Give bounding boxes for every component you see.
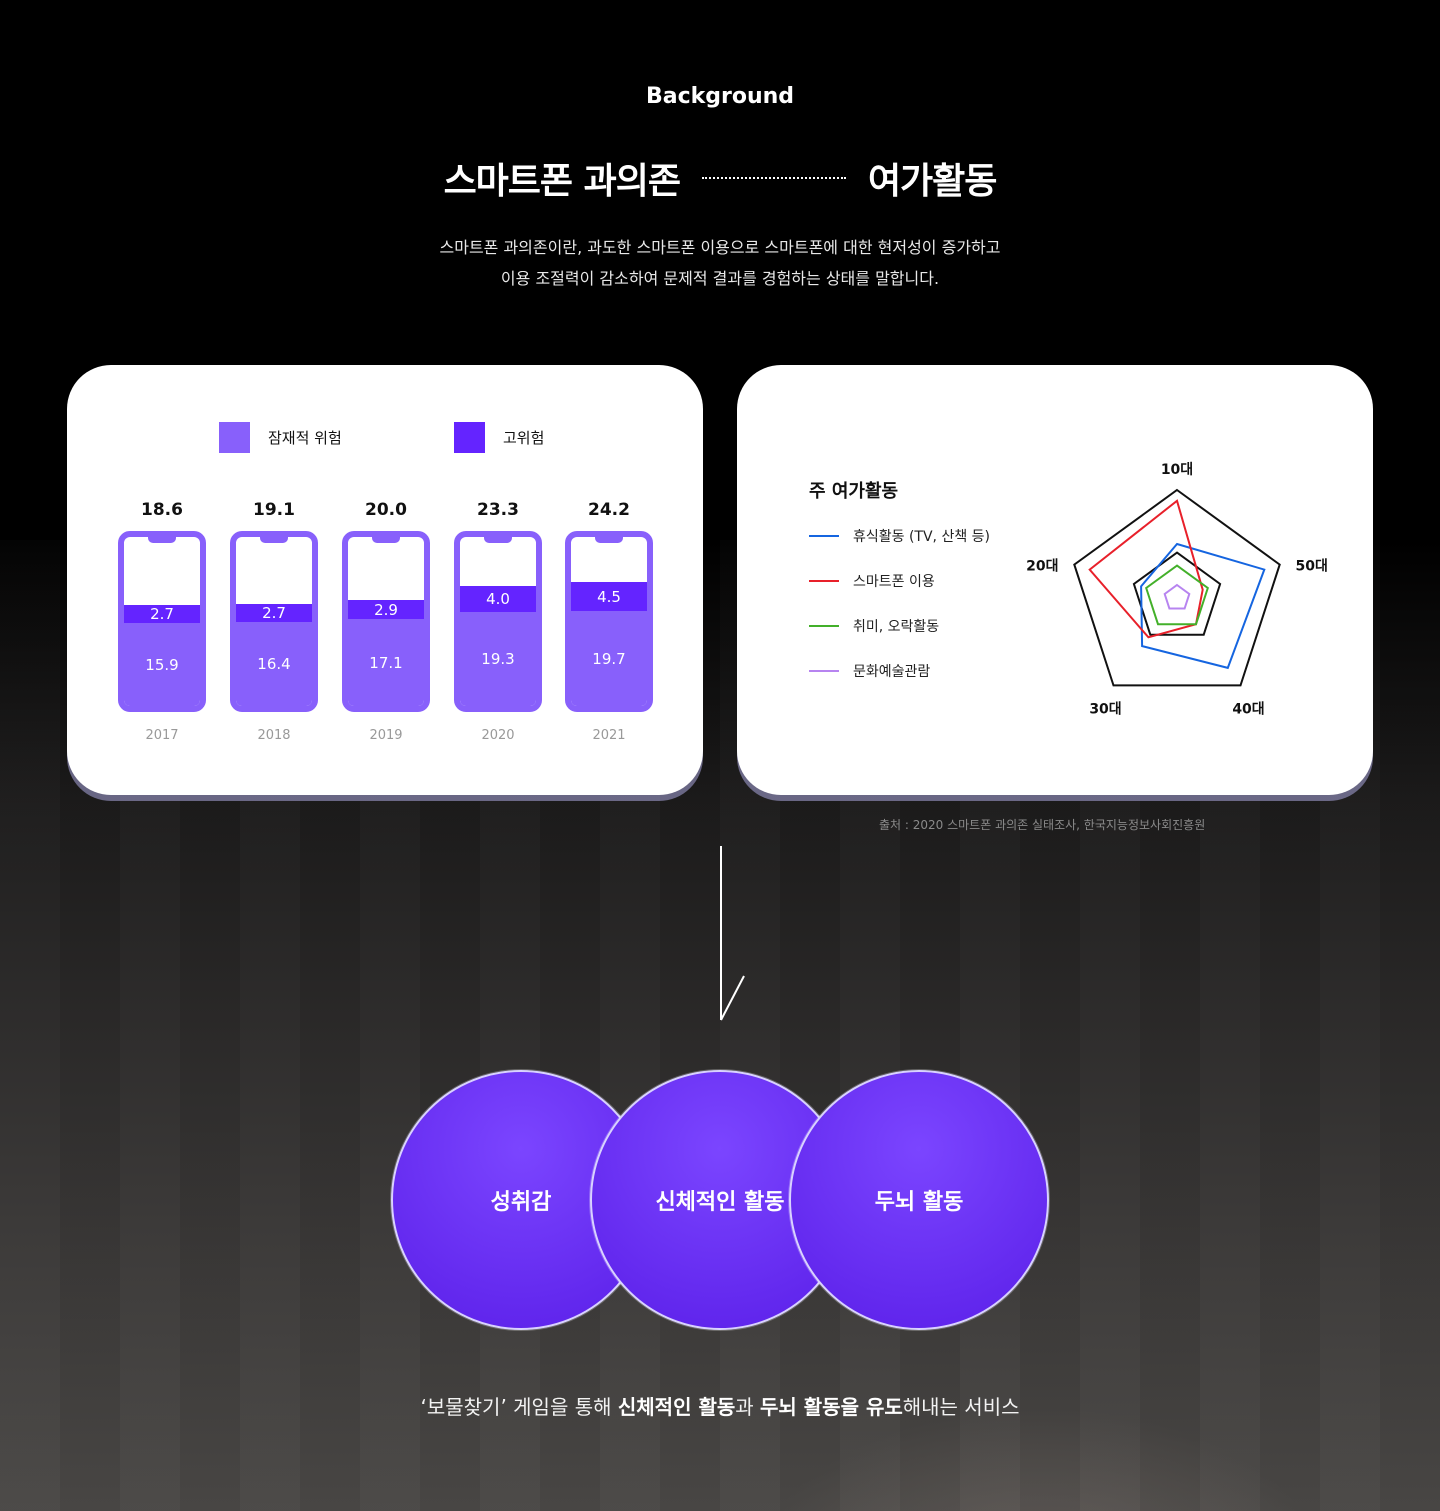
- potential-risk-segment: 19.7: [571, 611, 647, 706]
- high-risk-segment: 2.7: [124, 605, 200, 623]
- radar-legend-smartphone-label: 스마트폰 이용: [853, 574, 935, 590]
- total-label: 20.0: [365, 500, 407, 520]
- radar-chart-card: 주 여가활동 휴식활동 (TV, 산책 등) 스마트폰 이용 취미, 오락활동 …: [737, 365, 1373, 795]
- radar-legend-rest: 휴식활동 (TV, 산책 등): [809, 526, 990, 546]
- down-arrow-icon: [720, 846, 745, 1021]
- legend-high-label: 고위험: [503, 429, 545, 447]
- circle-brain-activity: 두뇌 활동: [789, 1070, 1049, 1330]
- radar-axis-label: 50대: [1296, 559, 1327, 575]
- radar-legend-culture-label: 문화예술관람: [853, 664, 931, 680]
- phone-frame: 15.9 2.7: [118, 531, 206, 712]
- radar-legend-hobby: 취미, 오락활동: [809, 616, 939, 636]
- year-label: 2018: [257, 728, 291, 743]
- radar-legend-culture-line: [809, 670, 839, 672]
- radar-title: 주 여가활동: [809, 481, 899, 502]
- description-line-1: 스마트폰 과의존이란, 과도한 스마트폰 이용으로 스마트폰에 대한 현저성이 …: [439, 238, 1001, 257]
- year-label: 2021: [592, 728, 626, 743]
- headline-right: 여가활동: [867, 161, 997, 202]
- tagline-part-3: 해내는 서비스: [902, 1395, 1020, 1419]
- tagline: ‘보물찾기’ 게임을 통해 신체적인 활동과 두뇌 활동을 유도해내는 서비스: [0, 1391, 1440, 1420]
- legend-potential-label: 잠재적 위험: [268, 429, 342, 447]
- radar-series-smartphone: [1088, 499, 1204, 639]
- phone-frame: 19.7 4.5: [565, 531, 653, 712]
- dotted-connector: [701, 177, 846, 179]
- radar-legend-rest-line: [809, 535, 839, 537]
- radar-legend-hobby-label: 취미, 오락활동: [853, 619, 940, 635]
- radar-axis-label: 20대: [1027, 559, 1058, 575]
- tagline-part-2: 과: [735, 1395, 761, 1419]
- phone-bar-2019: 20.0 17.1 2.9 2019: [342, 500, 430, 743]
- legend-potential: 잠재적 위험: [219, 422, 342, 453]
- headline-left: 스마트폰 과의존: [443, 161, 681, 202]
- phone-bar-2021: 24.2 19.7 4.5 2021: [565, 500, 653, 743]
- high-risk-segment: 2.7: [236, 604, 312, 622]
- legend-high-swatch: [454, 422, 485, 453]
- high-risk-segment: 4.5: [571, 582, 647, 611]
- description-line-2: 이용 조절력이 감소하여 문제적 결과를 경험하는 상태를 말합니다.: [500, 269, 940, 288]
- description: 스마트폰 과의존이란, 과도한 스마트폰 이용으로 스마트폰에 대한 현저성이 …: [0, 232, 1440, 294]
- legend-high: 고위험: [454, 422, 544, 453]
- phone-frame: 19.3 4.0: [454, 531, 542, 712]
- tagline-bold-1: 신체적인 활동: [617, 1395, 736, 1419]
- phone-notch: [595, 537, 623, 543]
- headline: 스마트폰 과의존 여가활동: [0, 152, 1440, 204]
- year-label: 2020: [481, 728, 515, 743]
- section-eyebrow: Background: [645, 84, 795, 109]
- high-risk-segment: 4.0: [460, 586, 536, 612]
- phone-bar-2017: 18.6 15.9 2.7 2017: [118, 500, 206, 743]
- radar-legend-smartphone: 스마트폰 이용: [809, 571, 935, 591]
- radar-legend-hobby-line: [809, 625, 839, 627]
- bar-chart-card: 잠재적 위험 고위험 18.6 15.9 2.7 2017 19.1 16.4 2.7 201…: [67, 365, 703, 795]
- radar-legend-culture: 문화예술관람: [809, 661, 930, 681]
- total-label: 24.2: [588, 500, 630, 520]
- phone-frame: 17.1 2.9: [342, 531, 430, 712]
- radar-series-culture: [1163, 583, 1191, 610]
- legend-potential-swatch: [219, 422, 250, 453]
- potential-risk-segment: 17.1: [348, 619, 424, 706]
- potential-risk-segment: 15.9: [124, 623, 200, 706]
- phone-frame: 16.4 2.7: [230, 531, 318, 712]
- total-label: 23.3: [477, 500, 519, 520]
- high-risk-segment: 2.9: [348, 600, 424, 619]
- radar-axis-label: 10대: [1161, 462, 1193, 478]
- total-label: 18.6: [141, 500, 183, 520]
- phone-bar-2018: 19.1 16.4 2.7 2018: [230, 500, 318, 743]
- radar-chart: 10대 50대 40대 30대 20대: [1027, 462, 1327, 715]
- radar-axis-label: 40대: [1232, 701, 1264, 715]
- tagline-part-1: ‘보물찾기’ 게임을 통해: [420, 1395, 618, 1419]
- radar-legend-smartphone-line: [809, 580, 839, 582]
- radar-legend-rest-label: 휴식활동 (TV, 산책 등): [853, 529, 991, 545]
- phone-notch: [148, 537, 176, 543]
- phone-bar-2020: 23.3 19.3 4.0 2020: [454, 500, 542, 743]
- radar-axis-label: 30대: [1089, 701, 1121, 715]
- year-label: 2017: [145, 728, 179, 743]
- year-label: 2019: [369, 728, 403, 743]
- tagline-bold-2: 두뇌 활동을 유도: [760, 1395, 903, 1419]
- phone-notch: [260, 537, 288, 543]
- phone-notch: [372, 537, 400, 543]
- source-note: 출처 : 2020 스마트폰 과의존 실태조사, 한국지능정보사회진흥원: [879, 818, 1206, 832]
- phone-notch: [484, 537, 512, 543]
- potential-risk-segment: 19.3: [460, 612, 536, 706]
- potential-risk-segment: 16.4: [236, 622, 312, 706]
- total-label: 19.1: [253, 500, 295, 520]
